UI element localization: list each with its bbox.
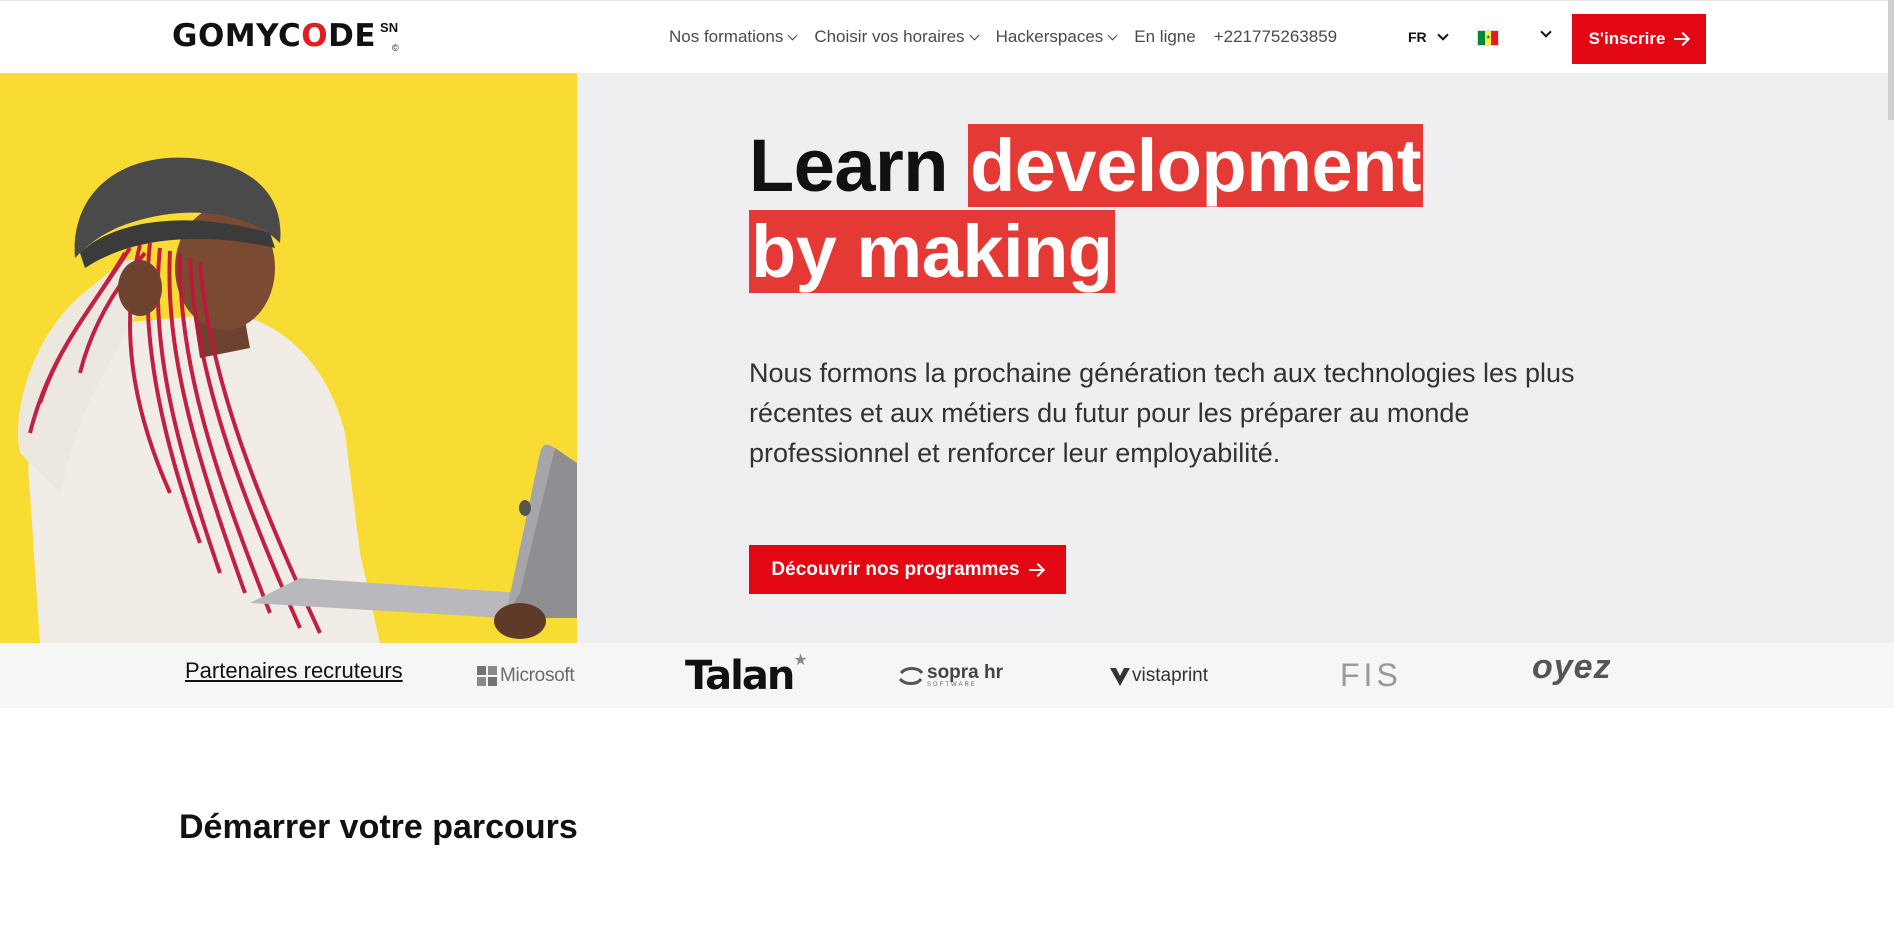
logo-copyright: © <box>392 43 399 53</box>
chevron-down-icon <box>1437 29 1449 41</box>
nav-item-formations[interactable]: Nos formations <box>669 27 798 47</box>
partner-logo-microsoft: Microsoft <box>477 643 575 708</box>
arrow-right-icon <box>1674 32 1689 46</box>
nav-item-phone[interactable]: +221775263859 <box>1214 27 1337 47</box>
headline-highlight-1: development <box>968 124 1424 207</box>
nav-item-horaires[interactable]: Choisir vos horaires <box>814 27 980 47</box>
partner-logo-fis: FIS <box>1340 657 1402 693</box>
site-header: GOMYCODE SN © Nos formations Choisir vos… <box>0 0 1894 73</box>
discover-programs-button[interactable]: Découvrir nos programmes <box>749 545 1066 594</box>
partner-logo-talan: Talan ★ <box>685 651 808 699</box>
logo-wordmark: GOMYCODE <box>172 18 377 54</box>
section-title: Démarrer votre parcours <box>179 808 578 846</box>
hero-section: Learn development by making Nous formons… <box>0 73 1894 643</box>
hero-photo-student-with-laptop <box>0 73 577 643</box>
star-icon: ★ <box>793 651 808 669</box>
partner-logo-vistaprint: vistaprint <box>1110 643 1208 708</box>
chevron-down-icon <box>969 30 980 40</box>
arrow-right-icon <box>1028 563 1044 577</box>
hero-description: Nous formons la prochaine génération tec… <box>749 358 1575 468</box>
logo-country-code: SN <box>380 20 399 35</box>
country-dropdown-chevron-icon[interactable] <box>1540 26 1552 38</box>
signup-button[interactable]: S'inscrire <box>1572 14 1706 64</box>
vistaprint-logo-icon <box>1110 667 1130 686</box>
microsoft-logo-icon <box>477 665 497 686</box>
main-nav: Nos formations Choisir vos horaires Hack… <box>669 27 1355 47</box>
partners-strip: Partenaires recruteurs Microsoft Talan ★… <box>0 643 1894 708</box>
partner-logo-oyez: oyez <box>1532 648 1612 686</box>
page-scrollbar[interactable] <box>1888 0 1894 120</box>
sopra-logo-icon <box>898 666 924 685</box>
headline-highlight-2: by making <box>749 210 1115 293</box>
nav-item-hackerspaces[interactable]: Hackerspaces <box>996 27 1118 47</box>
gomycode-logo[interactable]: GOMYCODE SN <box>172 18 399 54</box>
senegal-flag-icon[interactable]: ★ <box>1477 30 1499 46</box>
partner-logo-sopra-hr: sopra hr SOFTWARE <box>898 643 1003 708</box>
chevron-down-icon <box>787 30 798 40</box>
chevron-down-icon <box>1107 30 1118 40</box>
nav-item-en-ligne[interactable]: En ligne <box>1134 27 1195 47</box>
language-selector[interactable]: FR <box>1408 29 1449 45</box>
headline-plain: Learn <box>749 124 969 207</box>
hero-headline: Learn development by making <box>749 123 1424 295</box>
partners-title-link[interactable]: Partenaires recruteurs <box>185 658 403 684</box>
